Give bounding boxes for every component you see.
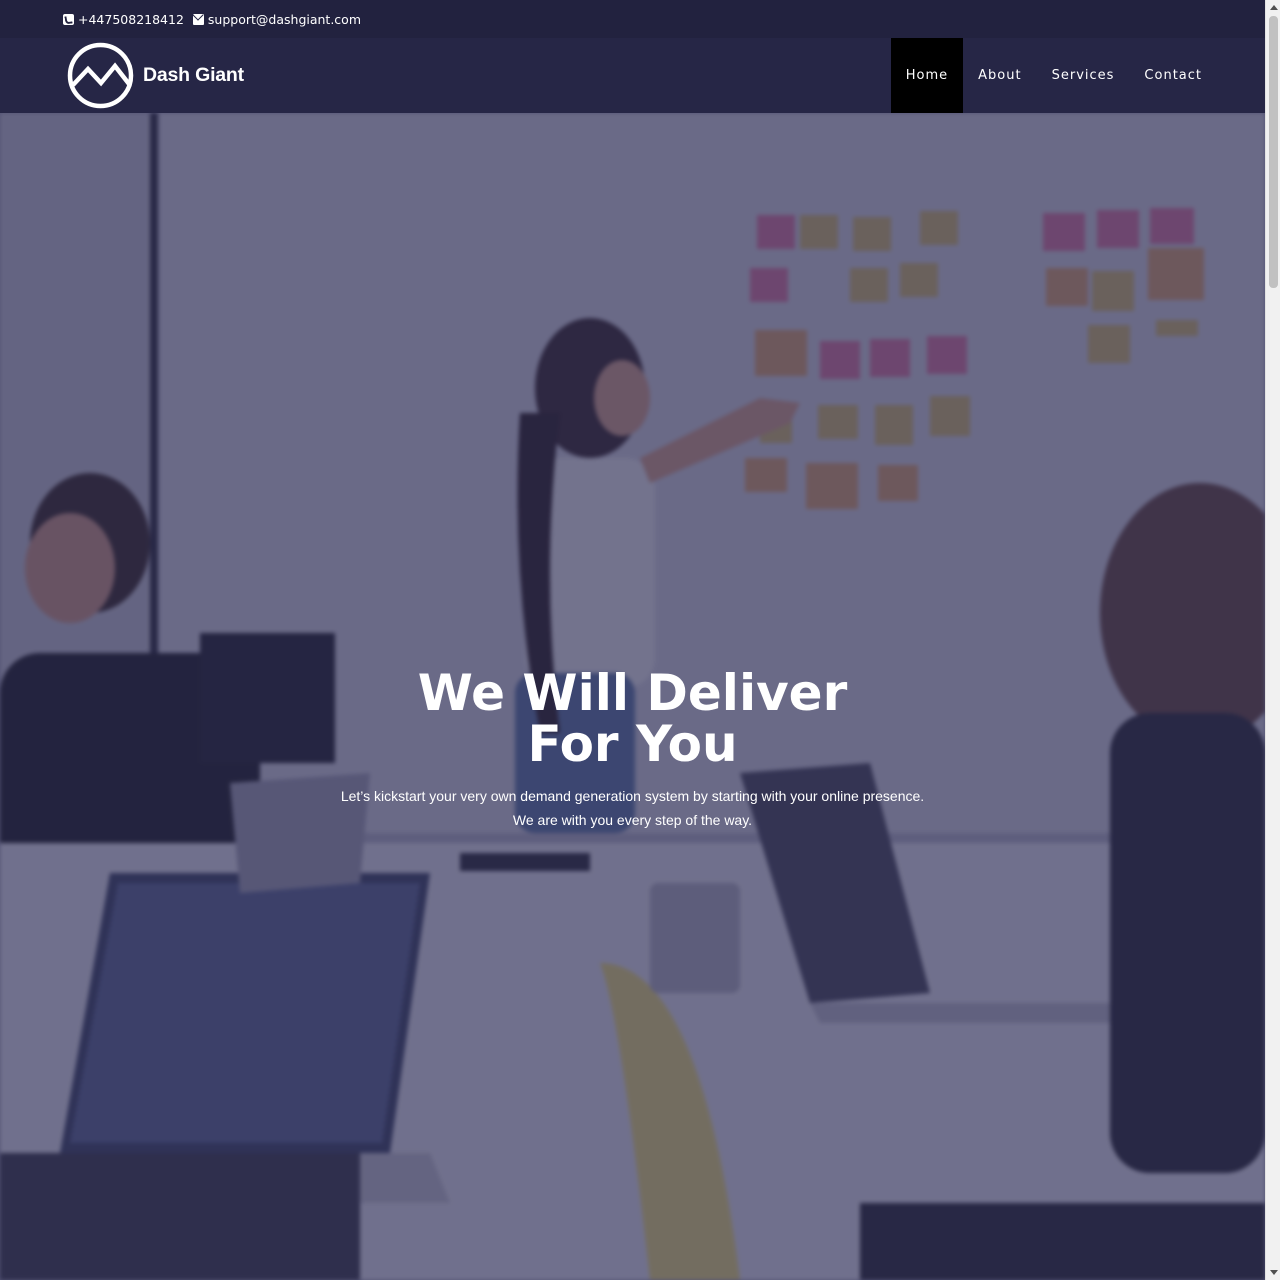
hero-title-line2: For You: [527, 715, 738, 773]
nav-item-services[interactable]: Services: [1037, 38, 1130, 113]
primary-nav: Home About Services Contact: [890, 38, 1217, 113]
main-navbar: Dash Giant Home About Services Contact: [0, 38, 1265, 113]
email-link[interactable]: support@dashgiant.com: [192, 11, 362, 27]
scroll-thumb[interactable]: [1269, 16, 1278, 288]
hero-subtitle-line2: We are with you every step of the way.: [512, 812, 753, 828]
hero-title: We Will Deliver For You: [0, 668, 1265, 770]
hero-subtitle: Let’s kickstart your very own demand gen…: [0, 784, 1265, 832]
hero-section: We Will Deliver For You Let’s kickstart …: [0, 113, 1265, 1280]
nav-item-about[interactable]: About: [963, 38, 1036, 113]
email-address: support@dashgiant.com: [207, 11, 362, 27]
phone-number: +447508218412: [78, 11, 184, 27]
top-contact-bar: +447508218412 support@dashgiant.com: [0, 0, 1265, 38]
hero-subtitle-line1: Let’s kickstart your very own demand gen…: [340, 788, 925, 804]
scroll-up-button[interactable]: [1266, 0, 1280, 15]
chevron-up-icon: [1269, 5, 1278, 10]
hero-title-line1: We Will Deliver: [417, 664, 848, 722]
nav-item-home[interactable]: Home: [890, 38, 964, 113]
chevron-down-icon: [1269, 1270, 1278, 1275]
brand-logo-link[interactable]: Dash Giant: [67, 42, 244, 109]
brand-name: Dash Giant: [143, 64, 244, 86]
phone-square-icon: [63, 13, 74, 25]
phone-link[interactable]: +447508218412: [63, 12, 184, 27]
nav-item-contact[interactable]: Contact: [1129, 38, 1217, 113]
envelope-icon: [192, 14, 204, 25]
scroll-down-button[interactable]: [1266, 1265, 1280, 1280]
page-scrollbar[interactable]: [1265, 0, 1280, 1280]
mountain-circle-logo: [67, 42, 134, 109]
